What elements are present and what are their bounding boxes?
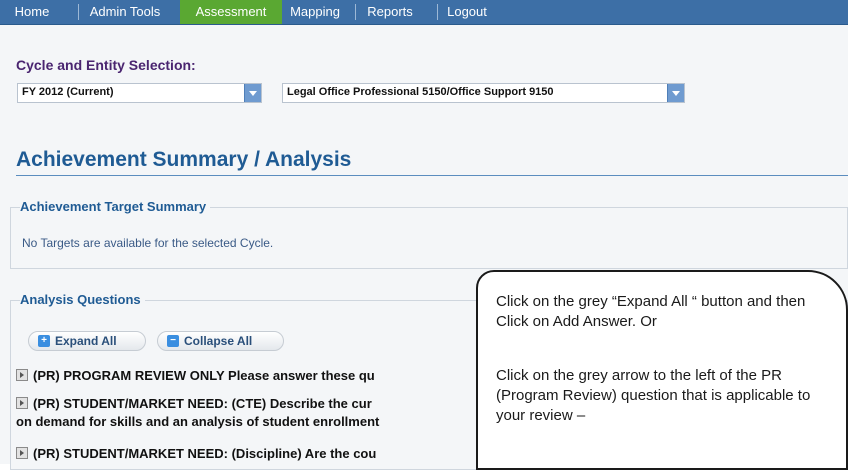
nav-assessment[interactable]: Assessment: [180, 0, 282, 24]
nav-logout[interactable]: Logout: [442, 0, 492, 24]
question-text: on demand for skills and an analysis of …: [16, 414, 380, 429]
expand-icon: +: [38, 335, 50, 347]
analysis-questions-legend: Analysis Questions: [20, 292, 145, 307]
question-continuation: on demand for skills and an analysis of …: [16, 414, 379, 429]
chevron-down-icon[interactable]: [667, 84, 684, 102]
nav-separator: [437, 4, 438, 20]
entity-select[interactable]: Legal Office Professional 5150/Office Su…: [282, 83, 685, 103]
expand-arrow-icon[interactable]: [16, 397, 28, 409]
nav-reports[interactable]: Reports: [362, 0, 418, 24]
callout-paragraph-2: Click on the grey arrow to the left of t…: [496, 367, 811, 424]
nav-home[interactable]: Home: [8, 0, 56, 24]
cycle-entity-label: Cycle and Entity Selection:: [16, 57, 196, 73]
collapse-icon: −: [167, 335, 179, 347]
nav-admin-tools[interactable]: Admin Tools: [80, 0, 170, 24]
question-text: (PR) STUDENT/MARKET NEED: (CTE) Describe…: [33, 396, 372, 411]
callout-paragraph-1: Click on the grey “Expand All “ button a…: [496, 293, 806, 330]
no-targets-message: No Targets are available for the selecte…: [22, 236, 274, 250]
expand-all-button[interactable]: + Expand All: [28, 331, 146, 351]
question-row[interactable]: (PR) STUDENT/MARKET NEED: (Discipline) A…: [16, 446, 376, 461]
instruction-callout: Click on the grey “Expand All “ button a…: [476, 270, 848, 470]
question-row[interactable]: (PR) STUDENT/MARKET NEED: (CTE) Describe…: [16, 396, 372, 411]
chevron-down-icon[interactable]: [244, 84, 261, 102]
question-text: (PR) STUDENT/MARKET NEED: (Discipline) A…: [33, 446, 377, 461]
question-text: (PR) PROGRAM REVIEW ONLY Please answer t…: [33, 368, 375, 383]
target-summary-legend: Achievement Target Summary: [20, 199, 211, 214]
collapse-all-button[interactable]: − Collapse All: [157, 331, 284, 351]
nav-separator: [78, 4, 79, 20]
expand-arrow-icon[interactable]: [16, 369, 28, 381]
question-row[interactable]: (PR) PROGRAM REVIEW ONLY Please answer t…: [16, 368, 375, 383]
nav-separator: [355, 4, 356, 20]
page-title: Achievement Summary / Analysis: [16, 148, 352, 171]
expand-arrow-icon[interactable]: [16, 447, 28, 459]
nav-mapping[interactable]: Mapping: [287, 0, 343, 24]
cycle-select[interactable]: FY 2012 (Current): [17, 83, 262, 103]
collapse-all-label: Collapse All: [184, 334, 253, 348]
cycle-select-value: FY 2012 (Current): [22, 86, 114, 98]
top-navigation-bar: Home Admin Tools Assessment Mapping Repo…: [0, 0, 848, 25]
title-divider: [16, 175, 848, 176]
entity-select-value: Legal Office Professional 5150/Office Su…: [287, 86, 554, 98]
expand-all-label: Expand All: [55, 334, 117, 348]
